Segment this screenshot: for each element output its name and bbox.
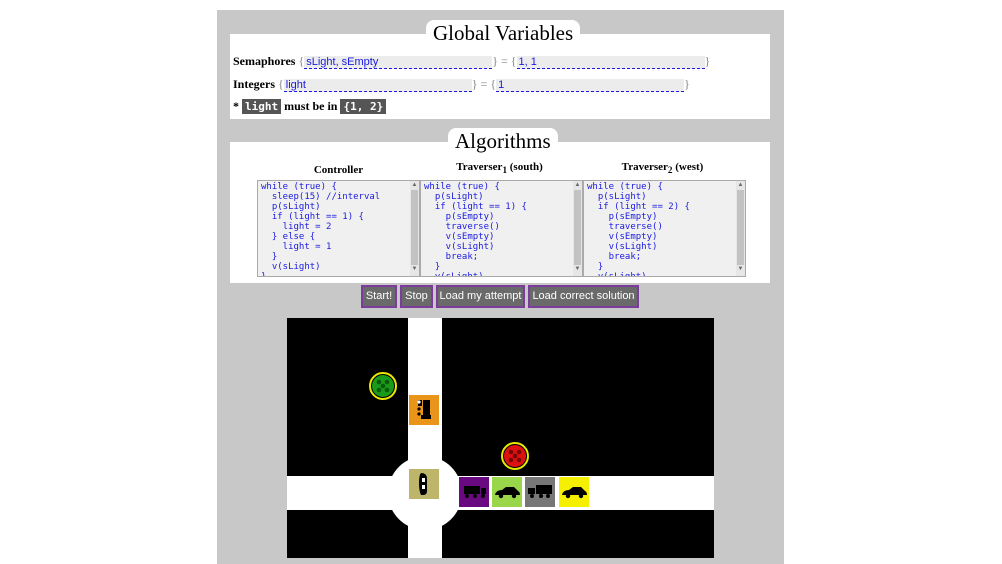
truck-icon [459, 477, 489, 507]
scroll-up-icon[interactable]: ▲ [573, 182, 582, 189]
intersection-scene [287, 318, 714, 558]
brace-eq: } = { [471, 77, 497, 91]
traffic-light-icon [504, 445, 526, 467]
brace-close: } [704, 54, 711, 68]
scroll-up-icon[interactable]: ▲ [736, 182, 745, 189]
traverser1-title-prefix: Traverser [456, 161, 503, 173]
simulation-panel: Semaphores {sLight, sEmpty} = {1, 1} Int… [217, 10, 784, 564]
traverser1-title: Traverser1 (south) [418, 161, 581, 175]
car-icon [409, 469, 439, 499]
controller-scrollbar[interactable]: ▲ ▼ [410, 181, 419, 276]
traverser2-title: Traverser2 (west) [581, 161, 744, 175]
note-variable: light [242, 99, 282, 114]
brace-close: } [684, 77, 690, 91]
note-star: * [233, 99, 239, 113]
integers-label: Integers [233, 77, 275, 91]
global-variables-box: Semaphores {sLight, sEmpty} = {1, 1} Int… [230, 34, 770, 119]
traverser2-title-suffix: (west) [672, 161, 704, 173]
integer-values-input[interactable]: 1 [496, 78, 685, 92]
traverser2-code[interactable]: while (true) { p(sLight) if (light == 2)… [584, 181, 745, 276]
traffic-light-icon [372, 375, 394, 397]
algorithms-box: Controller Traverser1 (south) Traverser2… [230, 142, 770, 283]
traverser2-title-prefix: Traverser [621, 161, 668, 173]
semaphore-values-input[interactable]: 1, 1 [516, 55, 705, 69]
start-button[interactable]: Start! [361, 285, 397, 308]
brace-eq: } = { [492, 54, 517, 68]
traverser2-code-editor[interactable]: while (true) { p(sLight) if (light == 2)… [583, 180, 746, 277]
car-icon [492, 477, 522, 507]
scroll-up-icon[interactable]: ▲ [410, 182, 419, 189]
controller-title: Controller [313, 164, 364, 176]
load-attempt-button[interactable]: Load my attempt [436, 285, 525, 308]
note-text: must be in [284, 99, 338, 113]
scroll-down-icon[interactable]: ▼ [736, 266, 745, 273]
semaphores-row: Semaphores {sLight, sEmpty} = {1, 1} [233, 54, 710, 69]
controller-code-editor[interactable]: while (true) { sleep(15) //interval p(sL… [257, 180, 420, 277]
semaphores-label: Semaphores [233, 54, 296, 68]
scroll-down-icon[interactable]: ▼ [410, 266, 419, 273]
algorithms-title: Algorithms [448, 128, 558, 154]
traffic-light-west-red [501, 442, 529, 470]
semaphore-names-input[interactable]: sLight, sEmpty [304, 55, 493, 69]
scroll-thumb[interactable] [574, 190, 581, 265]
stop-button[interactable]: Stop [400, 285, 433, 308]
constraint-note: * light must be in {1, 2} [233, 99, 387, 114]
scroll-thumb[interactable] [737, 190, 744, 265]
integer-names-input[interactable]: light [283, 78, 472, 92]
traffic-light-south-green [369, 372, 397, 400]
car-icon [559, 477, 589, 507]
traverser1-scrollbar[interactable]: ▲ ▼ [573, 181, 582, 276]
note-set: {1, 2} [340, 99, 387, 114]
load-solution-button[interactable]: Load correct solution [528, 285, 639, 308]
controller-code[interactable]: while (true) { sleep(15) //interval p(sL… [258, 181, 419, 276]
truck-icon [525, 477, 555, 507]
traverser1-code-editor[interactable]: while (true) { p(sLight) if (light == 1)… [420, 180, 583, 277]
traverser2-scrollbar[interactable]: ▲ ▼ [736, 181, 745, 276]
traverser1-code[interactable]: while (true) { p(sLight) if (light == 1)… [421, 181, 582, 276]
global-variables-title: Global Variables [426, 20, 581, 46]
scroll-down-icon[interactable]: ▼ [573, 266, 582, 273]
scroll-thumb[interactable] [411, 190, 418, 265]
integers-row: Integers {light} = {1} [233, 77, 690, 92]
truck-icon [409, 395, 439, 425]
traverser1-title-suffix: (south) [507, 161, 543, 173]
